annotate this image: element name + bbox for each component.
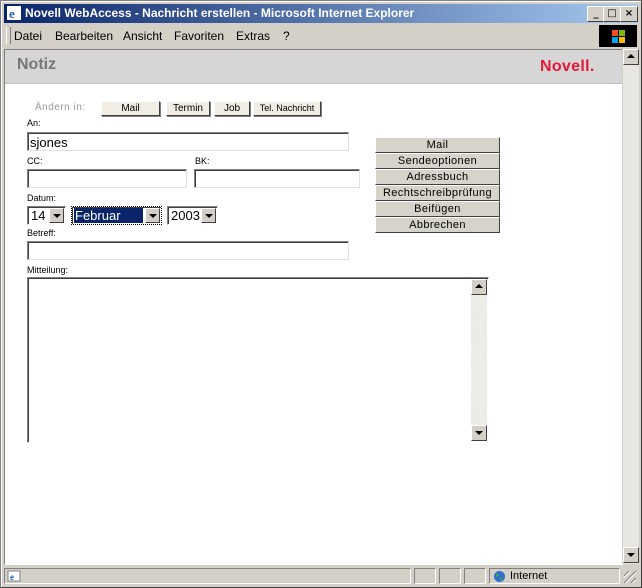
svg-text:e: e bbox=[9, 6, 15, 21]
chevron-down-icon[interactable] bbox=[145, 208, 160, 223]
title-bar: e Novell WebAccess - Nachricht erstellen… bbox=[4, 4, 638, 23]
menu-bar: Datei Bearbeiten Ansicht Favoriten Extra… bbox=[4, 26, 638, 46]
scroll-down-button[interactable] bbox=[471, 425, 487, 441]
tab-phone-message[interactable]: Tel. Nachricht bbox=[253, 101, 321, 116]
to-field[interactable]: sjones bbox=[27, 132, 349, 151]
scroll-up-button[interactable] bbox=[471, 279, 487, 295]
status-panel-main: e bbox=[4, 568, 411, 584]
spell-check-button[interactable]: Rechtschreibprüfung bbox=[375, 185, 500, 201]
month-value: Februar bbox=[74, 208, 143, 223]
zone-label: Internet bbox=[510, 570, 548, 582]
tab-termin[interactable]: Termin bbox=[166, 101, 210, 116]
address-book-button[interactable]: Adressbuch bbox=[375, 169, 500, 185]
tab-job[interactable]: Job bbox=[214, 101, 250, 116]
year-value: 2003 bbox=[171, 208, 200, 223]
status-panel-4 bbox=[464, 568, 486, 584]
menu-favoriten[interactable]: Favoriten bbox=[174, 29, 224, 43]
page-content: Notiz Novell. Ändern in: Mail Termin Job… bbox=[4, 49, 623, 565]
cc-field[interactable] bbox=[27, 169, 187, 188]
windows-logo-icon bbox=[599, 25, 637, 47]
browser-window: e Novell WebAccess - Nachricht erstellen… bbox=[0, 0, 642, 588]
page-scrollbar[interactable] bbox=[622, 49, 639, 564]
menu-datei[interactable]: Datei bbox=[14, 29, 42, 43]
svg-text:e: e bbox=[10, 572, 14, 582]
bcc-label: BK: bbox=[195, 156, 210, 166]
message-scrollbar[interactable] bbox=[471, 279, 487, 441]
status-bar: e Internet bbox=[4, 567, 638, 585]
globe-icon bbox=[494, 571, 505, 582]
menu-bearbeiten[interactable]: Bearbeiten bbox=[55, 29, 113, 43]
chevron-down-icon[interactable] bbox=[49, 208, 64, 223]
close-button[interactable]: × bbox=[620, 6, 638, 22]
resize-grip[interactable] bbox=[624, 571, 636, 583]
menu-help[interactable]: ? bbox=[283, 29, 290, 43]
send-options-button[interactable]: Sendeoptionen bbox=[375, 153, 500, 169]
cancel-button[interactable]: Abbrechen bbox=[375, 217, 500, 233]
chevron-down-icon[interactable] bbox=[201, 208, 216, 223]
page-title: Notiz bbox=[17, 56, 57, 73]
zone-panel: Internet bbox=[489, 568, 620, 584]
cc-label: CC: bbox=[27, 156, 43, 166]
page-icon: e bbox=[7, 570, 21, 582]
status-panel-2 bbox=[414, 568, 436, 584]
tab-mail[interactable]: Mail bbox=[101, 101, 160, 116]
attach-button[interactable]: Beifügen bbox=[375, 201, 500, 217]
year-select[interactable]: 2003 bbox=[167, 206, 218, 225]
send-mail-button[interactable]: Mail bbox=[375, 137, 500, 153]
internet-explorer-icon: e bbox=[7, 6, 21, 21]
header-bar: Notiz Novell. bbox=[5, 50, 622, 84]
menu-grip bbox=[6, 27, 11, 44]
to-label: An: bbox=[27, 118, 41, 128]
subject-field[interactable] bbox=[27, 241, 349, 260]
date-label: Datum: bbox=[27, 193, 57, 203]
subject-label: Betreff: bbox=[27, 228, 56, 238]
change-to-label: Ändern in: bbox=[35, 102, 86, 113]
day-select[interactable]: 14 bbox=[27, 206, 66, 225]
status-panel-3 bbox=[439, 568, 461, 584]
menu-ansicht[interactable]: Ansicht bbox=[123, 29, 162, 43]
message-textarea[interactable] bbox=[27, 277, 489, 443]
window-title: Novell WebAccess - Nachricht erstellen -… bbox=[25, 6, 415, 20]
message-label: Mitteilung: bbox=[27, 265, 69, 275]
month-select[interactable]: Februar bbox=[71, 206, 162, 225]
novell-logo: Novell. bbox=[540, 58, 595, 75]
maximize-button[interactable]: □ bbox=[603, 6, 621, 22]
scroll-up-button[interactable] bbox=[623, 49, 639, 65]
scroll-down-button[interactable] bbox=[623, 547, 639, 563]
day-value: 14 bbox=[31, 208, 46, 223]
bcc-field[interactable] bbox=[194, 169, 360, 188]
menu-extras[interactable]: Extras bbox=[236, 29, 270, 43]
